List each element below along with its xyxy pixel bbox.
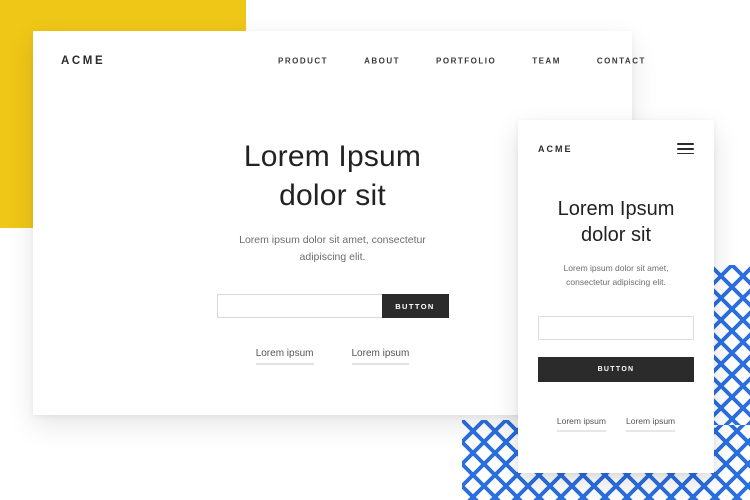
mobile-footer-link-2[interactable]: Lorem ipsum xyxy=(626,416,676,432)
mobile-email-input[interactable] xyxy=(538,315,694,340)
nav-item-team[interactable]: TEAM xyxy=(532,57,561,66)
mobile-submit-button[interactable]: BUTTON xyxy=(538,356,694,382)
mobile-hero-title-line1: Lorem Ipsum xyxy=(557,197,675,220)
desktop-submit-button[interactable]: BUTTON xyxy=(381,294,449,318)
mobile-hero-subtitle-line1: Lorem ipsum dolor sit amet, xyxy=(563,263,669,274)
desktop-footer-link-2[interactable]: Lorem ipsum xyxy=(351,348,410,365)
mobile-hero-title-line2: dolor sit xyxy=(580,223,652,246)
hamburger-bar-1 xyxy=(677,143,694,145)
mobile-header: ACME xyxy=(518,120,714,158)
nav-item-portfolio[interactable]: PORTFOLIO xyxy=(436,57,496,66)
nav-item-about[interactable]: ABOUT xyxy=(364,57,400,66)
mobile-brand-logo[interactable]: ACME xyxy=(538,144,573,154)
hamburger-menu-icon[interactable] xyxy=(677,140,694,158)
hamburger-bar-3 xyxy=(677,152,694,155)
mobile-hero-subtitle-line2: consectetur adipiscing elit. xyxy=(566,277,666,288)
desktop-hero-subtitle-line2: adipiscing elit. xyxy=(299,251,366,263)
nav-item-product[interactable]: PRODUCT xyxy=(278,57,328,66)
desktop-footer-link-1[interactable]: Lorem ipsum xyxy=(255,348,314,365)
desktop-header: ACME PRODUCT ABOUT PORTFOLIO TEAM CONTAC… xyxy=(33,39,644,83)
desktop-nav: PRODUCT ABOUT PORTFOLIO TEAM CONTACT xyxy=(278,57,646,66)
mobile-hero-title: Lorem Ipsum dolor sit xyxy=(538,196,694,249)
nav-item-contact[interactable]: CONTACT xyxy=(597,57,646,66)
desktop-hero-title-line1: Lorem Ipsum xyxy=(243,140,422,173)
hamburger-bar-2 xyxy=(677,147,694,150)
mobile-footer-link-1[interactable]: Lorem ipsum xyxy=(556,416,606,432)
desktop-hero-title-line2: dolor sit xyxy=(279,179,386,212)
desktop-email-input[interactable] xyxy=(216,294,382,318)
mobile-footer-links: Lorem ipsum Lorem ipsum xyxy=(538,416,694,432)
blue-dash-pattern-right xyxy=(710,265,750,425)
mobile-hero-subtitle: Lorem ipsum dolor sit amet, consectetur … xyxy=(538,262,694,290)
mobile-mockup-card: ACME Lorem Ipsum dolor sit Lorem ipsum d… xyxy=(518,120,714,473)
page-canvas: ACME PRODUCT ABOUT PORTFOLIO TEAM CONTAC… xyxy=(0,0,750,500)
desktop-brand-logo[interactable]: ACME xyxy=(61,55,105,67)
desktop-hero-subtitle-line1: Lorem ipsum dolor sit amet, consectetur xyxy=(239,234,426,246)
mobile-hero-section: Lorem Ipsum dolor sit Lorem ipsum dolor … xyxy=(518,158,714,432)
